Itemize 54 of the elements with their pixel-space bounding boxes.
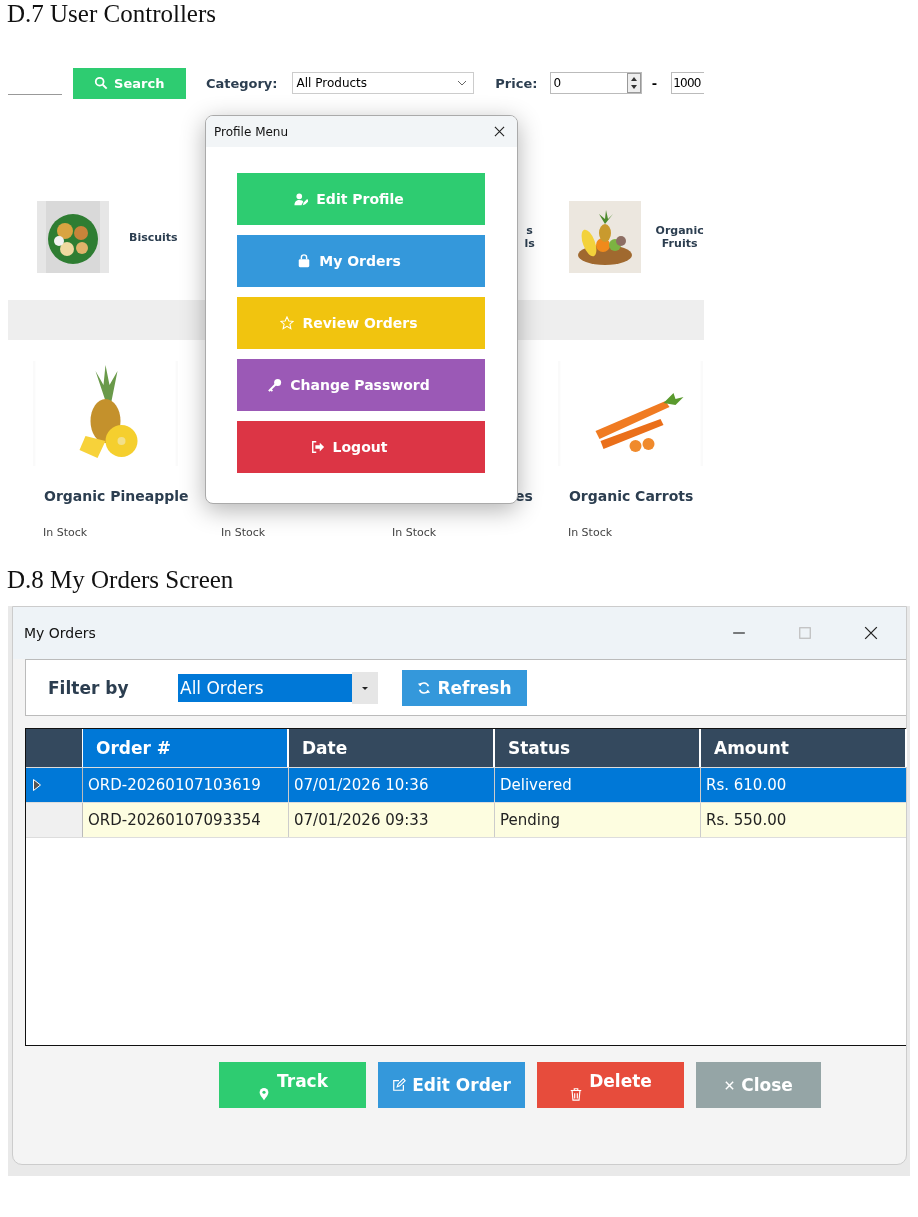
chevron-icon <box>457 80 468 86</box>
trash-icon <box>569 1087 584 1101</box>
product-name[interactable]: Organic Pineapple <box>44 488 186 506</box>
pin-icon <box>257 1087 271 1101</box>
table-cell: 07/01/2026 10:36 <box>289 768 495 802</box>
filter-label: Filter by <box>48 677 130 698</box>
price-label: Price: <box>495 75 538 91</box>
price-max-field[interactable]: 1000 <box>671 72 704 94</box>
stock-status: In Stock <box>221 526 267 539</box>
table-row[interactable]: ORD-20260107093354 07/01/2026 09:33 Pending Rs. 550.00 <box>26 803 906 838</box>
category-label[interactable]: Organic Fruits <box>654 224 705 250</box>
table-cell: Pending <box>495 803 701 837</box>
stock-status: In Stock <box>392 526 438 539</box>
refresh-button[interactable]: Refresh <box>402 669 527 706</box>
user-edit-icon <box>294 192 309 206</box>
search-icon <box>94 76 109 90</box>
section-heading: D.7 User Controllers <box>6 0 217 28</box>
product-name[interactable]: Organic Carrots <box>568 488 704 506</box>
table-cell: Rs. 550.00 <box>701 803 907 837</box>
menu-button[interactable]: Change Password <box>237 359 485 411</box>
key-icon <box>268 378 283 392</box>
filter-dropdown[interactable]: All Orders <box>178 673 352 702</box>
action-button[interactable]: Edit Order <box>378 1062 525 1108</box>
star-icon <box>280 316 295 330</box>
price-min-field[interactable]: 0 <box>550 72 642 94</box>
row-pointer-icon <box>32 778 42 792</box>
section-heading: D.8 My Orders Screen <box>6 566 235 595</box>
dialog-title: Profile Menu <box>214 124 289 139</box>
edit-icon <box>392 1078 407 1092</box>
action-button[interactable]: Close <box>696 1062 821 1108</box>
category-dropdown[interactable]: All Products <box>291 72 475 94</box>
close-icon[interactable] <box>864 626 878 640</box>
table-cell: ORD-20260107103619 <box>83 768 289 802</box>
category-label: Category: <box>205 75 278 91</box>
spinner-icon[interactable] <box>626 73 641 93</box>
category-label[interactable]: s ls <box>522 224 537 250</box>
category-label[interactable]: Biscuits <box>129 230 178 244</box>
action-button[interactable]: Delete <box>537 1062 684 1108</box>
logout-icon <box>310 440 325 454</box>
table-cell: Rs. 610.00 <box>701 768 907 802</box>
stock-status: In Stock <box>43 526 89 539</box>
refresh-icon <box>417 680 432 695</box>
table-cell: 07/01/2026 09:33 <box>289 803 495 837</box>
menu-button[interactable]: My Orders <box>237 235 485 287</box>
menu-button[interactable]: Logout <box>237 421 485 473</box>
close-icon[interactable] <box>494 126 505 137</box>
column-header[interactable]: Order # <box>83 729 289 767</box>
range-separator: - <box>651 75 658 91</box>
table-cell: ORD-20260107093354 <box>83 803 289 837</box>
table-row[interactable]: ORD-20260107103619 07/01/2026 10:36 Delivered Rs. 610.00 <box>26 768 906 803</box>
window-title: My Orders <box>24 625 96 641</box>
stock-status: In Stock <box>567 526 614 539</box>
table-cell: Delivered <box>495 768 701 802</box>
close-icon <box>724 1079 736 1091</box>
